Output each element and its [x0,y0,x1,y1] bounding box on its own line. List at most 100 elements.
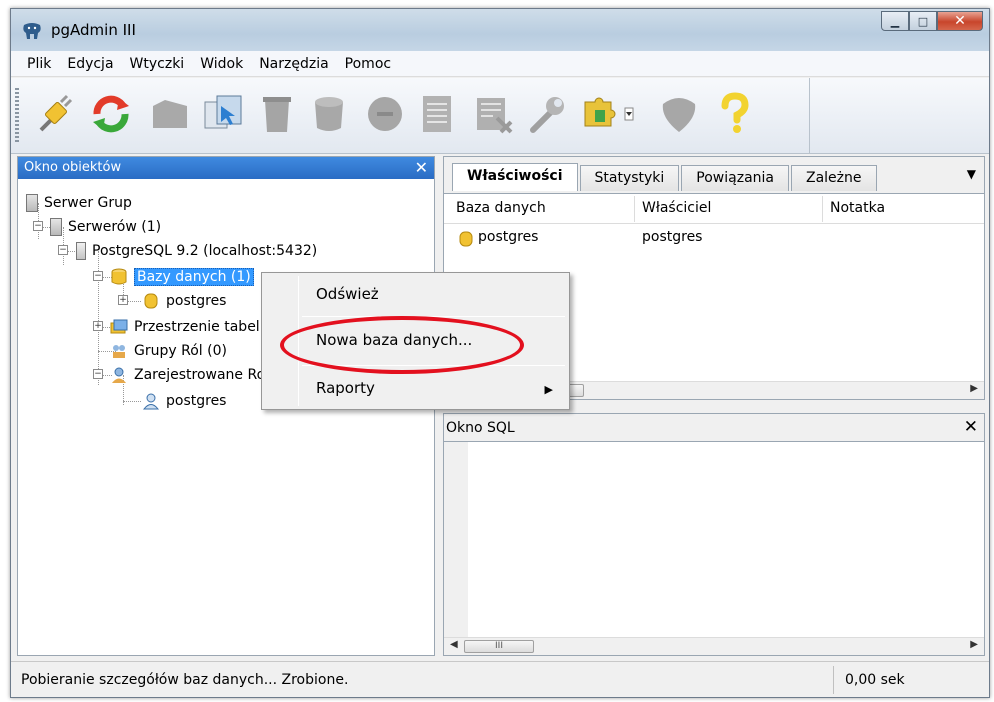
maximize-button[interactable]: □ [909,11,937,31]
plugins-button[interactable] [581,92,637,136]
tab-list-arrow-icon[interactable]: ▼ [967,167,976,181]
properties-button[interactable] [415,92,459,136]
sql-pane-header: Okno SQL ✕ [444,414,984,442]
table-row[interactable]: postgres postgres [444,226,984,250]
context-menu-gutter [298,276,299,406]
window-title: pgAdmin III [51,21,136,39]
tree-node-group-roles[interactable]: Grupy Ról (0) [110,339,227,363]
expander-db-postgres[interactable]: + [118,295,128,305]
server-icon [76,242,86,260]
servers-icon [50,218,62,236]
submenu-arrow-icon: ▶ [544,383,553,396]
menu-bar: Plik Edycja Wtyczki Widok Narzędzia Pomo… [11,51,989,77]
cell-database-name: postgres [478,229,539,245]
sql-hscrollbar[interactable]: ◀ III ▶ [444,637,984,655]
object-button[interactable] [147,92,191,136]
connect-icon [39,94,73,132]
scroll-right-icon[interactable]: ▶ [970,639,978,650]
user-icon [142,393,160,410]
help-button[interactable] [713,92,757,136]
close-icon: ✕ [954,13,966,29]
context-menu: Odśwież Nowa baza danych... Raporty ▶ [261,272,570,410]
view-data-icon [477,98,513,134]
scroll-thumb[interactable]: III [464,640,534,653]
object-icon [153,100,187,128]
scroll-right-icon[interactable]: ▶ [970,383,978,394]
object-browser-header: Okno obiektów ✕ [18,157,434,179]
sql-pane-close-icon[interactable]: ✕ [964,417,978,437]
column-database[interactable]: Baza danych [456,200,546,216]
scroll-left-icon[interactable]: ◀ [450,639,458,650]
menu-pomoc[interactable]: Pomoc [337,56,399,72]
sql-pane: Okno SQL ✕ ◀ III ▶ [443,413,985,656]
sql-pane-title: Okno SQL [446,420,515,436]
menu-plik[interactable]: Plik [19,56,59,72]
group-roles-icon [113,345,125,358]
drop-button[interactable] [307,92,351,136]
menu-item-new-database[interactable]: Nowa baza danych... [316,331,472,349]
column-owner[interactable]: Właściciel [642,200,711,216]
maximize-icon: □ [917,14,929,28]
toolbar [11,78,989,154]
wrench-icon [530,97,564,133]
status-message: Pobieranie szczegółów baz danych... Zrob… [21,672,349,688]
view-data-button[interactable] [471,92,515,136]
properties-column-header: Baza danych Właściciel Notatka [444,194,984,224]
toolbar-end-separator [809,78,810,154]
status-separator [833,666,834,694]
context-menu-separator [302,365,565,366]
plugins-icon [584,97,634,127]
object-browser-title: Okno obiektów [24,160,122,175]
drop-cascade-button[interactable] [363,92,407,136]
menu-narzedzia[interactable]: Narzędzia [251,56,336,72]
tab-properties[interactable]: Właściwości [452,163,578,191]
tree-node-tablespaces[interactable]: Przestrzenie tabel (2) [110,315,284,339]
refresh-icon [93,95,129,133]
title-bar: pgAdmin III ▁ □ ✕ [11,9,989,51]
tree-node-db-postgres[interactable]: postgres [142,289,226,313]
database-icon [459,231,473,247]
help-icon [721,92,749,133]
tree-node-server-group[interactable]: Serwer Grup [26,191,132,215]
expander-tablespaces[interactable]: + [93,321,103,331]
expander-postgresql-server[interactable]: − [58,245,68,255]
menu-item-reports[interactable]: Raporty [316,379,375,397]
column-comment[interactable]: Notatka [830,200,885,216]
tab-dependents[interactable]: Zależne [791,165,877,191]
status-bar: Pobieranie szczegółów baz danych... Zrob… [11,661,989,697]
menu-wtyczki[interactable]: Wtyczki [122,56,193,72]
maintenance-button[interactable] [525,92,569,136]
tree-node-postgresql-server[interactable]: PostgreSQL 9.2 (localhost:5432) [76,239,317,263]
expander-login-roles[interactable]: − [93,369,103,379]
expander-servers[interactable]: − [33,221,43,231]
tree-node-role-postgres[interactable]: postgres [142,389,226,413]
minimize-icon: ▁ [890,14,900,28]
databases-icon [111,268,127,285]
sql-query-icon [204,95,242,129]
database-icon [144,293,158,309]
close-button[interactable]: ✕ [937,11,983,31]
tree-node-servers[interactable]: Serwerów (1) [50,215,161,239]
hint-button[interactable] [657,92,701,136]
properties-icon [423,96,451,132]
refresh-button[interactable] [89,92,133,136]
sql-editor[interactable] [468,442,984,637]
login-roles-icon [112,367,126,383]
tab-statistics[interactable]: Statystyki [579,165,680,191]
delete-button[interactable] [255,92,299,136]
menu-item-refresh[interactable]: Odśwież [316,285,379,303]
object-browser-close-icon[interactable]: ✕ [415,158,428,177]
toolbar-grip[interactable] [15,88,19,142]
tab-dependencies[interactable]: Powiązania [681,165,789,191]
menu-edycja[interactable]: Edycja [59,56,121,72]
elephant-icon [23,23,41,39]
drop-icon [315,97,343,131]
expander-databases[interactable]: − [93,271,103,281]
minimize-button[interactable]: ▁ [881,11,909,31]
menu-widok[interactable]: Widok [192,56,251,72]
sql-query-button[interactable] [201,92,245,136]
connect-button[interactable] [33,92,77,136]
tablespaces-icon [110,319,128,334]
cell-owner: postgres [642,229,703,245]
tree-node-databases[interactable]: Bazy danych (1) [110,265,254,289]
